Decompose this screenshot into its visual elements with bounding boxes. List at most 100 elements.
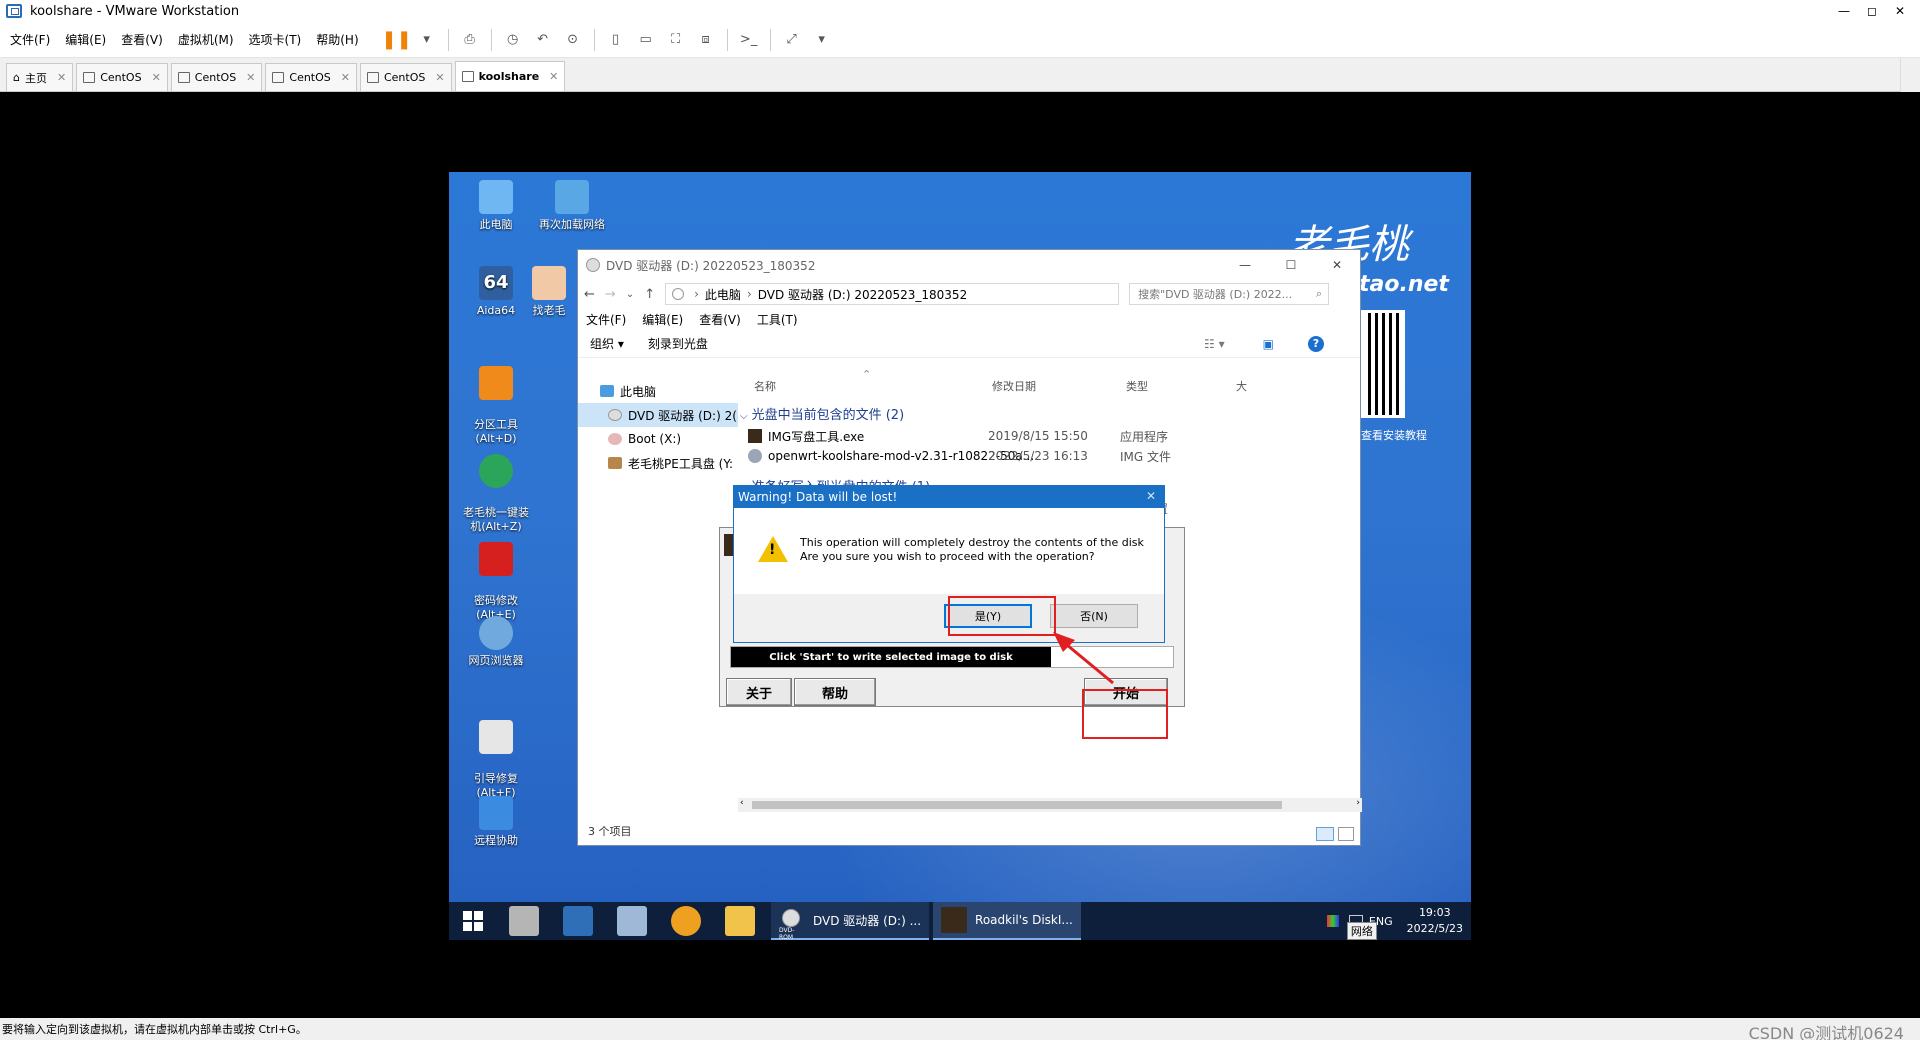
menu-tools[interactable]: 工具(T)	[757, 311, 798, 328]
unity-icon[interactable]: ⧈	[694, 28, 718, 52]
menu-edit[interactable]: 编辑(E)	[65, 31, 106, 48]
tiles-view-icon[interactable]	[1338, 827, 1354, 841]
tab-home[interactable]: ⌂ 主页 ✕	[6, 63, 74, 91]
tab-centos-4[interactable]: CentOS ✕	[359, 63, 452, 91]
file-row-openwrt[interactable]: openwrt-koolshare-mod-v2.31-r10822-50a..…	[748, 446, 1348, 466]
scrollbar-thumb[interactable]	[752, 801, 1282, 809]
tab-centos-2[interactable]: CentOS ✕	[170, 63, 263, 91]
desktop-icon-aida64[interactable]: 64 Aida64	[461, 266, 531, 318]
search-tool-icon[interactable]	[671, 906, 701, 936]
minimize-icon[interactable]: —	[1222, 250, 1268, 280]
tab-centos-3[interactable]: CentOS ✕	[265, 63, 357, 91]
close-icon[interactable]: ✕	[1314, 250, 1360, 280]
tab-close-icon[interactable]: ✕	[549, 70, 558, 83]
monitor-icon[interactable]	[563, 906, 593, 936]
minimize-icon[interactable]: —	[1830, 0, 1858, 22]
menu-view[interactable]: 查看(V)	[121, 31, 163, 48]
tab-centos-1[interactable]: CentOS ✕	[76, 63, 168, 91]
menu-tabs[interactable]: 选项卡(T)	[249, 31, 302, 48]
revert-snapshot-icon[interactable]: ↶	[531, 28, 555, 52]
menu-view[interactable]: 查看(V)	[699, 311, 741, 328]
maximize-icon[interactable]: ◻	[1858, 0, 1886, 22]
clock[interactable]: 19:03 2022/5/23	[1407, 905, 1463, 937]
menu-file[interactable]: 文件(F)	[10, 31, 50, 48]
vmware-tabbar: ⌂ 主页 ✕ CentOS ✕ CentOS ✕ CentOS ✕ CentOS…	[0, 58, 1920, 92]
thumbnail-icon[interactable]: ▭	[634, 28, 658, 52]
column-name[interactable]: 名称	[754, 378, 776, 394]
dropdown-arrow-icon[interactable]: ▾	[415, 28, 439, 52]
up-arrow-icon[interactable]: ↑	[644, 287, 655, 302]
breadcrumb-this-pc[interactable]: 此电脑	[705, 286, 741, 303]
column-size[interactable]: 大	[1236, 378, 1247, 394]
search-input[interactable]: 搜索"DVD 驱动器 (D:) 2022... ⌕	[1129, 283, 1330, 305]
snapshot-manager-icon[interactable]: ⊙	[561, 28, 585, 52]
menu-help[interactable]: 帮助(H)	[316, 31, 358, 48]
pause-icon[interactable]: ❚❚	[382, 28, 412, 52]
details-view-icon[interactable]	[1316, 827, 1334, 841]
drive-tool-icon[interactable]	[509, 906, 539, 936]
dialog-message-line: Are you sure you wish to proceed with th…	[800, 550, 1095, 563]
console-icon[interactable]: >_	[737, 28, 761, 52]
preview-pane-icon[interactable]: ▣	[1263, 337, 1274, 351]
scroll-right-icon[interactable]: ›	[1356, 798, 1360, 808]
tab-close-icon[interactable]: ✕	[57, 71, 66, 84]
help-icon[interactable]: ?	[1308, 335, 1324, 352]
close-icon[interactable]: ✕	[1146, 489, 1156, 503]
file-row-img-tool[interactable]: IMG写盘工具.exe 2019/8/15 15:50 应用程序	[748, 426, 1348, 446]
tab-close-icon[interactable]: ✕	[152, 71, 161, 84]
task-disk-image[interactable]: Roadkil's DiskI...	[933, 902, 1081, 940]
maximize-icon[interactable]: ☐	[1268, 250, 1314, 280]
scroll-left-icon[interactable]: ‹	[740, 798, 744, 808]
address-path[interactable]: › 此电脑 › DVD 驱动器 (D:) 20220523_180352	[665, 283, 1120, 305]
close-icon[interactable]: ✕	[1886, 0, 1914, 22]
stretch-icon[interactable]: ⤢	[780, 28, 804, 52]
tab-close-icon[interactable]: ✕	[341, 71, 350, 84]
status-text: 要将输入定向到该虚拟机，请在虚拟机内部单击或按 Ctrl+G。	[2, 1023, 307, 1036]
clock-time: 19:03	[1418, 906, 1451, 919]
forward-arrow-icon[interactable]: →	[605, 287, 616, 302]
desktop-icon-reload-network[interactable]: 再次加载网络	[537, 180, 607, 232]
tab-close-icon[interactable]: ✕	[246, 71, 255, 84]
nav-item-this-pc[interactable]: 此电脑	[578, 379, 738, 403]
sidebar-toggle-icon[interactable]: ▯	[604, 28, 628, 52]
view-options-icon[interactable]: ☷ ▾	[1204, 337, 1225, 351]
nav-item-boot[interactable]: Boot (X:)	[578, 427, 738, 451]
column-date[interactable]: 修改日期	[992, 378, 1036, 394]
tab-koolshare[interactable]: koolshare ✕	[454, 61, 566, 91]
fullscreen-icon[interactable]: ⛶	[664, 28, 688, 52]
folder-icon[interactable]	[725, 906, 755, 936]
organize-button[interactable]: 组织 ▾	[590, 335, 624, 352]
help-button[interactable]: 帮助	[794, 678, 876, 706]
nav-item-dvd[interactable]: DVD 驱动器 (D:) 2(	[578, 403, 738, 427]
task-explorer[interactable]: DVD-ROM DVD 驱动器 (D:) ...	[771, 902, 930, 940]
menu-edit[interactable]: 编辑(E)	[642, 311, 683, 328]
breadcrumb-dvd[interactable]: DVD 驱动器 (D:) 20220523_180352	[758, 286, 967, 303]
burn-to-disc-button[interactable]: 刻录到光盘	[648, 335, 708, 352]
horizontal-scrollbar[interactable]: ‹ ›	[738, 798, 1362, 812]
nav-item-pe-tools[interactable]: 老毛桃PE工具盘 (Y:	[578, 451, 738, 475]
group-header-current[interactable]: ⌵ 光盘中当前包含的文件 (2)	[740, 404, 904, 423]
clock-date: 2022/5/23	[1406, 922, 1463, 935]
recent-dropdown-icon[interactable]: ⌄	[626, 289, 634, 300]
host-scrollbar[interactable]	[1900, 58, 1920, 92]
desktop-icon-find[interactable]: 找老毛	[529, 266, 569, 318]
search-icon: ⌕	[1315, 287, 1323, 300]
dropdown-arrow-icon[interactable]: ▾	[810, 28, 834, 52]
start-icon[interactable]	[463, 911, 483, 931]
no-button[interactable]: 否(N)	[1050, 604, 1138, 628]
about-button[interactable]: 关于	[726, 678, 792, 706]
back-arrow-icon[interactable]: ←	[584, 287, 595, 302]
column-type[interactable]: 类型	[1126, 378, 1148, 394]
snapshot-icon[interactable]: ◷	[501, 28, 525, 52]
tab-close-icon[interactable]: ✕	[435, 71, 444, 84]
menu-vm[interactable]: 虚拟机(M)	[178, 31, 234, 48]
send-ctrl-alt-del-icon[interactable]: ⎙	[458, 28, 482, 52]
guest-screen[interactable]: 老毛桃 tao.net 查看安装教程 此电脑 再次加载网络 64 Aida64 …	[449, 172, 1471, 940]
desktop-icon-browser[interactable]: 网页浏览器	[461, 616, 531, 668]
color-app-icon[interactable]	[1326, 915, 1339, 927]
desktop-icon-remote-assist[interactable]: 远程协助	[461, 796, 531, 848]
keyboard-icon[interactable]	[617, 906, 647, 936]
window-title: koolshare - VMware Workstation	[30, 3, 240, 19]
menu-file[interactable]: 文件(F)	[586, 311, 626, 328]
desktop-icon-this-pc[interactable]: 此电脑	[461, 180, 531, 232]
